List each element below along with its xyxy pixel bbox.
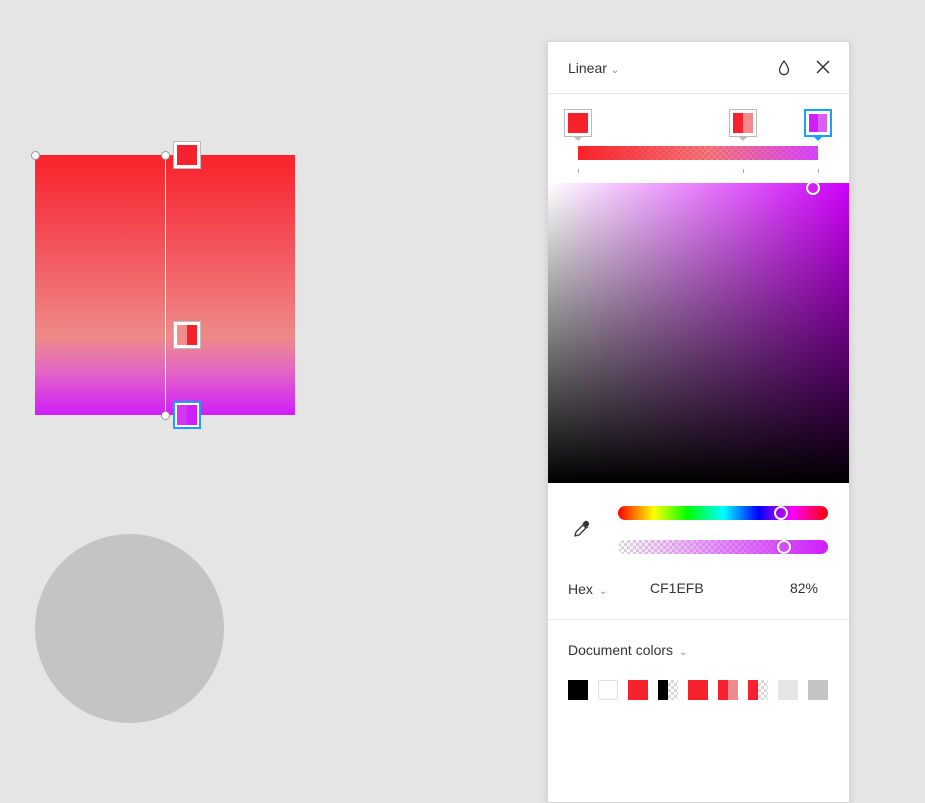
- color-format-dropdown[interactable]: Hex ⌄: [568, 581, 607, 597]
- swatch-segment: [177, 405, 187, 425]
- document-color-swatch[interactable]: [688, 680, 708, 700]
- swatch-segment: [778, 680, 798, 700]
- swatch-segment: [187, 405, 197, 425]
- swatch-segment: [809, 114, 818, 132]
- hue-slider-thumb[interactable]: [774, 506, 788, 520]
- document-color-swatches: [568, 680, 838, 700]
- canvas-gradient-stop-middle[interactable]: [173, 321, 201, 349]
- swatch-segment: [758, 680, 768, 700]
- swatch-segment: [818, 114, 827, 132]
- hex-value-input[interactable]: [644, 575, 756, 601]
- document-color-swatch[interactable]: [568, 680, 588, 700]
- document-color-swatch[interactable]: [808, 680, 828, 700]
- gradient-direction-line[interactable]: [165, 155, 166, 415]
- gradient-end-handle[interactable]: [161, 411, 170, 420]
- swatch-segment: [743, 113, 753, 133]
- swatch-segment: [748, 680, 758, 700]
- swatch-segment: [733, 113, 743, 133]
- panel-header: Linear ⌄: [548, 42, 849, 94]
- gradient-stop-0[interactable]: [564, 109, 592, 141]
- canvas-gradient-stop-top[interactable]: [173, 141, 201, 169]
- swatch-segment: [568, 113, 588, 133]
- opacity-slider[interactable]: [618, 540, 828, 554]
- swatch-segment: [658, 680, 668, 700]
- color-format-label: Hex: [568, 581, 593, 597]
- circle-shape[interactable]: [35, 534, 224, 723]
- document-color-swatch[interactable]: [628, 680, 648, 700]
- saturation-value-field[interactable]: [548, 183, 849, 483]
- swatch-segment: [718, 680, 728, 700]
- corner-handle-top-left[interactable]: [31, 151, 40, 160]
- gradient-stop-1[interactable]: [729, 109, 757, 141]
- opacity-slider-thumb[interactable]: [777, 540, 791, 554]
- gradient-start-handle[interactable]: [161, 151, 170, 160]
- track-tick: [743, 169, 744, 173]
- swatch-segment: [808, 680, 828, 700]
- track-tick: [818, 169, 819, 173]
- swatch-segment: [599, 681, 617, 699]
- color-picker-panel: Linear⌄ Hex⌄ Document colors⌄: [547, 41, 850, 803]
- gradient-stop-2[interactable]: [804, 109, 832, 141]
- swatch-segment: [728, 680, 738, 700]
- document-colors-label: Document colors: [568, 642, 674, 658]
- swatch-segment: [177, 325, 187, 345]
- swatch-segment: [628, 680, 648, 700]
- document-color-swatch[interactable]: [748, 680, 768, 700]
- document-color-swatch[interactable]: [718, 680, 738, 700]
- gradient-type-dropdown[interactable]: Linear ⌄: [568, 60, 619, 76]
- divider: [548, 619, 849, 620]
- chevron-down-icon: ⌄: [610, 65, 620, 76]
- track-tick: [578, 169, 579, 173]
- color-field-handle[interactable]: [806, 181, 820, 195]
- gradient-type-label: Linear: [568, 60, 607, 76]
- gradient-stops-track[interactable]: [578, 146, 818, 160]
- document-color-swatch[interactable]: [778, 680, 798, 700]
- chevron-down-icon: ⌄: [679, 647, 688, 658]
- chevron-down-icon: ⌄: [598, 586, 608, 597]
- eyedropper-icon[interactable]: [572, 519, 592, 539]
- drop-icon[interactable]: [776, 59, 792, 77]
- canvas-gradient-stop-bottom[interactable]: [173, 401, 201, 429]
- document-color-swatch[interactable]: [658, 680, 678, 700]
- opacity-value-input[interactable]: [768, 575, 818, 601]
- document-color-swatch[interactable]: [598, 680, 618, 700]
- swatch-segment: [668, 680, 678, 700]
- swatch-segment: [568, 680, 588, 700]
- swatch-segment: [177, 145, 197, 165]
- hue-slider[interactable]: [618, 506, 828, 520]
- document-colors-dropdown[interactable]: Document colors ⌄: [568, 642, 687, 658]
- swatch-segment: [187, 325, 197, 345]
- close-icon[interactable]: [815, 59, 831, 75]
- swatch-segment: [688, 680, 708, 700]
